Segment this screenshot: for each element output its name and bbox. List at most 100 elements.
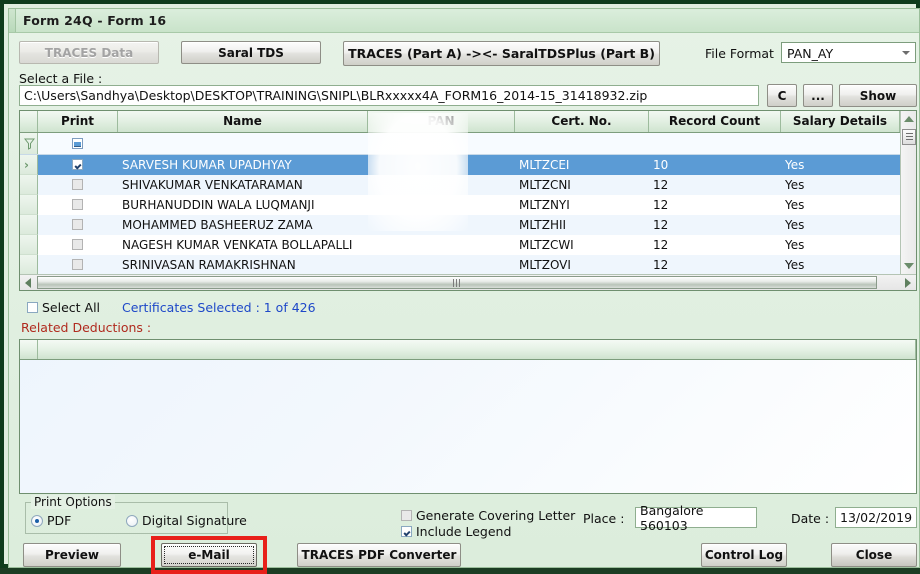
cell-record-count: 12 [653, 238, 669, 252]
file-path-input[interactable]: C:\Users\Sandhya\Desktop\DESKTOP\TRAININ… [19, 85, 759, 106]
file-format-select[interactable]: PAN_AY [781, 42, 916, 63]
cell-salary-details: Yes [785, 198, 805, 212]
filter-print-checkbox[interactable] [72, 138, 83, 149]
cell-record-count: 10 [653, 158, 669, 172]
row-gutter[interactable] [20, 175, 38, 195]
filter-funnel-icon[interactable] [24, 138, 35, 150]
scroll-down-icon[interactable] [901, 258, 916, 274]
close-button[interactable]: Close [831, 543, 917, 567]
cell-name: SARVESH KUMAR UPADHYAY [122, 158, 292, 172]
cell-salary-details: Yes [785, 158, 805, 172]
cell-record-count: 12 [653, 178, 669, 192]
window-body: Form 24Q - Form 16 TRACES Data Saral TDS… [8, 8, 920, 574]
table-row[interactable]: MOHAMMED BASHEERUZ ZAMA MLTZHII 12 Yes [20, 215, 916, 235]
cell-name: NAGESH KUMAR VENKATA BOLLAPALLI [122, 238, 353, 252]
cell-record-count: 12 [653, 218, 669, 232]
row-print-checkbox[interactable] [72, 199, 83, 210]
place-label: Place : [583, 511, 625, 526]
control-log-button[interactable]: Control Log [701, 543, 787, 567]
traces-part-a-saraltdsplus-part-b-button[interactable]: TRACES (Part A) -><- SaralTDSPlus (Part … [343, 41, 660, 66]
window-title: Form 24Q - Form 16 [23, 13, 167, 28]
table-row[interactable]: SRINIVASAN RAMAKRISHNAN MLTZOVI 12 Yes [20, 255, 916, 275]
table-row[interactable]: NAGESH KUMAR VENKATA BOLLAPALLI MLTZCWI 12… [20, 235, 916, 255]
file-format-label: File Format [705, 46, 774, 61]
cell-cert-no: MLTZCNI [519, 178, 571, 192]
traces-data-button[interactable]: TRACES Data [19, 41, 159, 64]
row-print-checkbox[interactable] [72, 239, 83, 250]
place-input[interactable]: Bangalore 560103 [635, 503, 757, 533]
cell-cert-no: MLTZCWI [519, 238, 574, 252]
date-input[interactable]: 13/02/2019 [835, 507, 917, 528]
row-gutter[interactable]: › [20, 155, 38, 175]
row-gutter[interactable] [20, 215, 38, 235]
current-row-arrow-icon: › [24, 158, 29, 172]
cell-salary-details: Yes [785, 218, 805, 232]
generate-covering-letter-checkbox[interactable] [401, 510, 412, 521]
show-button[interactable]: Show [839, 84, 917, 107]
cell-name: BURHANUDDIN WALA LUQMANJI [122, 198, 315, 212]
grid-filter-row[interactable] [20, 133, 916, 155]
related-grid-header-indicator [20, 340, 38, 359]
pdf-radio[interactable] [31, 515, 43, 527]
table-row[interactable]: BURHANUDDIN WALA LUQMANJI MLTZNYI 12 Yes [20, 195, 916, 215]
digital-signature-radio[interactable] [126, 515, 138, 527]
file-format-value: PAN_AY [787, 46, 834, 61]
clear-button[interactable]: C [767, 84, 797, 107]
horizontal-scroll-thumb[interactable] [37, 276, 877, 289]
row-gutter[interactable] [20, 235, 38, 255]
cell-salary-details: Yes [785, 258, 805, 272]
vertical-scroll-thumb[interactable] [902, 129, 916, 145]
related-grid-header-row [20, 340, 916, 360]
filter-row-indicator [20, 133, 38, 154]
related-deductions-label: Related Deductions : [21, 320, 152, 335]
related-grid-header-blank [38, 340, 916, 359]
grid-header-pan[interactable]: PAN [368, 111, 515, 132]
digital-signature-label: Digital Signature [142, 513, 247, 528]
row-print-checkbox[interactable] [72, 159, 83, 170]
row-print-checkbox[interactable] [72, 179, 83, 190]
chevron-down-icon [902, 51, 910, 55]
grid-vertical-scrollbar[interactable] [900, 111, 916, 274]
select-all-checkbox[interactable] [27, 302, 38, 313]
preview-button[interactable]: Preview [23, 543, 121, 567]
cell-name: MOHAMMED BASHEERUZ ZAMA [122, 218, 313, 232]
email-button-focus-ring [164, 546, 254, 564]
saral-tds-button[interactable]: Saral TDS [181, 41, 321, 64]
grid-header-indicator [20, 111, 38, 132]
cell-name: SHIVAKUMAR VENKATARAMAN [122, 178, 303, 192]
traces-pdf-converter-button[interactable]: TRACES PDF Converter [297, 543, 461, 567]
row-print-checkbox[interactable] [72, 219, 83, 230]
row-gutter[interactable] [20, 195, 38, 215]
grid-header-name[interactable]: Name [118, 111, 368, 132]
cell-cert-no: MLTZNYI [519, 198, 570, 212]
related-deductions-grid[interactable] [19, 339, 917, 494]
grid-header-cert-no[interactable]: Cert. No. [515, 111, 649, 132]
title-bar-stripe [9, 9, 16, 32]
scroll-up-icon[interactable] [901, 111, 916, 127]
certificates-selected-status: Certificates Selected : 1 of 426 [122, 300, 316, 315]
scroll-right-icon[interactable] [900, 275, 916, 290]
certificates-grid[interactable]: Print Name PAN Cert. No. Record Count Sa… [19, 110, 917, 291]
scroll-left-icon[interactable] [20, 275, 36, 290]
include-legend-checkbox[interactable] [401, 526, 412, 537]
grid-header-row: Print Name PAN Cert. No. Record Count Sa… [20, 111, 916, 133]
include-legend-label: Include Legend [416, 524, 512, 539]
browse-button[interactable]: ... [803, 84, 833, 107]
email-button[interactable]: e-Mail [161, 543, 257, 567]
grid-header-print[interactable]: Print [38, 111, 118, 132]
cell-cert-no: MLTZHII [519, 218, 567, 232]
application-window: Form 24Q - Form 16 TRACES Data Saral TDS… [0, 0, 920, 574]
table-row[interactable]: › SARVESH KUMAR UPADHYAY MLTZCEI 10 Yes [20, 155, 916, 175]
cell-record-count: 12 [653, 198, 669, 212]
cell-cert-no: MLTZCEI [519, 158, 570, 172]
cell-cert-no: MLTZOVI [519, 258, 571, 272]
row-print-checkbox[interactable] [72, 259, 83, 270]
cell-name: SRINIVASAN RAMAKRISHNAN [122, 258, 296, 272]
grid-header-salary-details[interactable]: Salary Details [781, 111, 900, 132]
row-gutter[interactable] [20, 255, 38, 275]
grid-horizontal-scrollbar[interactable] [20, 274, 916, 290]
date-label: Date : [791, 511, 830, 526]
cell-salary-details: Yes [785, 238, 805, 252]
grid-header-record-count[interactable]: Record Count [649, 111, 781, 132]
table-row[interactable]: SHIVAKUMAR VENKATARAMAN MLTZCNI 12 Yes [20, 175, 916, 195]
